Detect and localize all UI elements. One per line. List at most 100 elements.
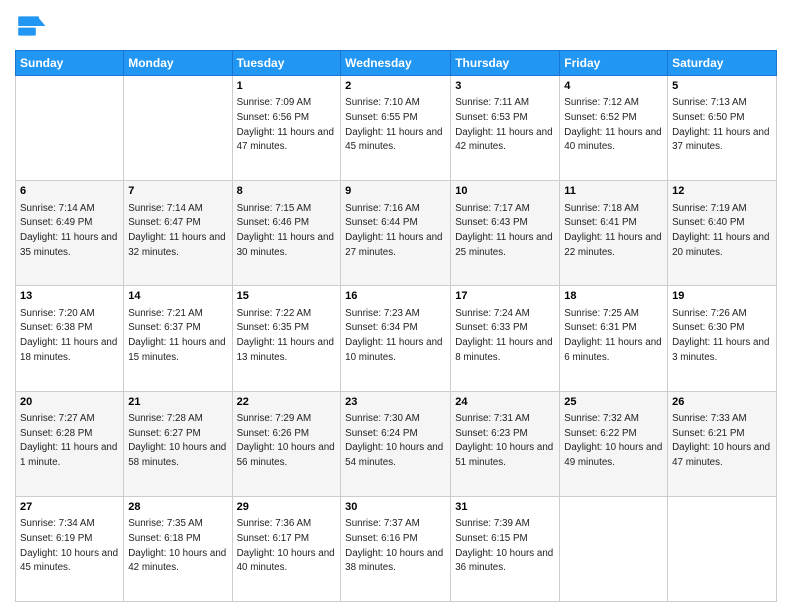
calendar-header-wednesday: Wednesday <box>341 51 451 76</box>
calendar-cell: 22 Sunrise: 7:29 AMSunset: 6:26 PMDayligh… <box>232 391 341 496</box>
day-info: Sunrise: 7:12 AMSunset: 6:52 PMDaylight:… <box>564 97 661 152</box>
calendar-cell: 17Sunrise: 7:24 AMSunset: 6:33 PMDayligh… <box>451 286 560 391</box>
calendar-cell: 15 Sunrise: 7:22 AMSunset: 6:35 PMDayligh… <box>232 286 341 391</box>
day-number: 1 <box>237 79 337 94</box>
header <box>15 10 777 42</box>
calendar-cell: 3Sunrise: 7:11 AMSunset: 6:53 PMDaylight… <box>451 76 560 181</box>
day-info: Sunrise: 7:21 AMSunset: 6:37 PMDaylight:… <box>128 308 225 363</box>
logo <box>15 10 51 42</box>
day-info: Sunrise: 7:32 AMSunset: 6:22 PMDaylight:… <box>564 413 662 468</box>
day-number: 5 <box>672 79 772 94</box>
day-number: 15 <box>237 289 337 304</box>
calendar-cell: 29Sunrise: 7:36 AMSunset: 6:17 PMDayligh… <box>232 496 341 601</box>
day-info: Sunrise: 7:26 AMSunset: 6:30 PMDaylight:… <box>672 308 769 363</box>
calendar-cell: 11 Sunrise: 7:18 AMSunset: 6:41 PMDayligh… <box>560 181 668 286</box>
day-number: 25 <box>564 395 663 410</box>
day-info: Sunrise: 7:24 AMSunset: 6:33 PMDaylight:… <box>455 308 552 363</box>
calendar-header-tuesday: Tuesday <box>232 51 341 76</box>
calendar-header-sunday: Sunday <box>16 51 124 76</box>
day-info: Sunrise: 7:37 AMSunset: 6:16 PMDaylight:… <box>345 518 443 573</box>
day-info: Sunrise: 7:15 AMSunset: 6:46 PMDaylight:… <box>237 203 334 258</box>
calendar-cell: 27 Sunrise: 7:34 AMSunset: 6:19 PMDayligh… <box>16 496 124 601</box>
day-number: 16 <box>345 289 446 304</box>
day-info: Sunrise: 7:31 AMSunset: 6:23 PMDaylight:… <box>455 413 553 468</box>
calendar-header-friday: Friday <box>560 51 668 76</box>
calendar-header-row: SundayMondayTuesdayWednesdayThursdayFrid… <box>16 51 777 76</box>
calendar-cell: 12 Sunrise: 7:19 AMSunset: 6:40 PMDayligh… <box>668 181 777 286</box>
calendar-cell: 10 Sunrise: 7:17 AMSunset: 6:43 PMDayligh… <box>451 181 560 286</box>
day-number: 23 <box>345 395 446 410</box>
calendar-cell: 1 Sunrise: 7:09 AMSunset: 6:56 PMDaylight… <box>232 76 341 181</box>
day-info: Sunrise: 7:13 AMSunset: 6:50 PMDaylight:… <box>672 97 769 152</box>
calendar-cell: 26Sunrise: 7:33 AMSunset: 6:21 PMDayligh… <box>668 391 777 496</box>
calendar-header-monday: Monday <box>124 51 232 76</box>
calendar-cell: 28Sunrise: 7:35 AMSunset: 6:18 PMDayligh… <box>124 496 232 601</box>
calendar-cell: 16 Sunrise: 7:23 AMSunset: 6:34 PMDayligh… <box>341 286 451 391</box>
day-info: Sunrise: 7:16 AMSunset: 6:44 PMDaylight:… <box>345 203 442 258</box>
day-number: 12 <box>672 184 772 199</box>
day-info: Sunrise: 7:29 AMSunset: 6:26 PMDaylight:… <box>237 413 335 468</box>
calendar-table: SundayMondayTuesdayWednesdayThursdayFrid… <box>15 50 777 602</box>
calendar-cell: 13Sunrise: 7:20 AMSunset: 6:38 PMDayligh… <box>16 286 124 391</box>
day-info: Sunrise: 7:09 AMSunset: 6:56 PMDaylight:… <box>237 97 334 152</box>
calendar-cell <box>668 496 777 601</box>
day-number: 18 <box>564 289 663 304</box>
day-info: Sunrise: 7:11 AMSunset: 6:53 PMDaylight:… <box>455 97 552 152</box>
day-info: Sunrise: 7:22 AMSunset: 6:35 PMDaylight:… <box>237 308 334 363</box>
calendar-week-3: 13Sunrise: 7:20 AMSunset: 6:38 PMDayligh… <box>16 286 777 391</box>
day-info: Sunrise: 7:33 AMSunset: 6:21 PMDaylight:… <box>672 413 770 468</box>
day-number: 10 <box>455 184 555 199</box>
day-info: Sunrise: 7:19 AMSunset: 6:40 PMDaylight:… <box>672 203 769 258</box>
day-number: 28 <box>128 500 227 515</box>
day-info: Sunrise: 7:30 AMSunset: 6:24 PMDaylight:… <box>345 413 443 468</box>
day-number: 11 <box>564 184 663 199</box>
day-number: 9 <box>345 184 446 199</box>
day-number: 24 <box>455 395 555 410</box>
calendar-cell: 4 Sunrise: 7:12 AMSunset: 6:52 PMDaylight… <box>560 76 668 181</box>
calendar-week-2: 6 Sunrise: 7:14 AMSunset: 6:49 PMDaylight… <box>16 181 777 286</box>
calendar-cell: 14 Sunrise: 7:21 AMSunset: 6:37 PMDayligh… <box>124 286 232 391</box>
calendar-cell: 21Sunrise: 7:28 AMSunset: 6:27 PMDayligh… <box>124 391 232 496</box>
calendar-header-saturday: Saturday <box>668 51 777 76</box>
day-info: Sunrise: 7:18 AMSunset: 6:41 PMDaylight:… <box>564 203 661 258</box>
calendar-cell: 31 Sunrise: 7:39 AMSunset: 6:15 PMDayligh… <box>451 496 560 601</box>
calendar-cell: 9 Sunrise: 7:16 AMSunset: 6:44 PMDaylight… <box>341 181 451 286</box>
day-number: 19 <box>672 289 772 304</box>
day-number: 29 <box>237 500 337 515</box>
day-info: Sunrise: 7:14 AMSunset: 6:47 PMDaylight:… <box>128 203 225 258</box>
calendar-cell <box>124 76 232 181</box>
day-info: Sunrise: 7:39 AMSunset: 6:15 PMDaylight:… <box>455 518 553 573</box>
calendar-header-thursday: Thursday <box>451 51 560 76</box>
day-number: 30 <box>345 500 446 515</box>
day-number: 21 <box>128 395 227 410</box>
day-number: 22 <box>237 395 337 410</box>
day-number: 2 <box>345 79 446 94</box>
calendar-cell: 2 Sunrise: 7:10 AMSunset: 6:55 PMDaylight… <box>341 76 451 181</box>
calendar-cell: 18Sunrise: 7:25 AMSunset: 6:31 PMDayligh… <box>560 286 668 391</box>
day-info: Sunrise: 7:27 AMSunset: 6:28 PMDaylight:… <box>20 413 117 468</box>
day-number: 20 <box>20 395 119 410</box>
calendar-week-4: 20 Sunrise: 7:27 AMSunset: 6:28 PMDayligh… <box>16 391 777 496</box>
day-number: 14 <box>128 289 227 304</box>
day-number: 6 <box>20 184 119 199</box>
calendar-week-1: 1 Sunrise: 7:09 AMSunset: 6:56 PMDaylight… <box>16 76 777 181</box>
calendar-cell: 30 Sunrise: 7:37 AMSunset: 6:16 PMDayligh… <box>341 496 451 601</box>
day-info: Sunrise: 7:14 AMSunset: 6:49 PMDaylight:… <box>20 203 117 258</box>
calendar-cell: 19 Sunrise: 7:26 AMSunset: 6:30 PMDayligh… <box>668 286 777 391</box>
calendar-cell: 7 Sunrise: 7:14 AMSunset: 6:47 PMDaylight… <box>124 181 232 286</box>
day-number: 13 <box>20 289 119 304</box>
day-info: Sunrise: 7:17 AMSunset: 6:43 PMDaylight:… <box>455 203 552 258</box>
calendar-cell: 25 Sunrise: 7:32 AMSunset: 6:22 PMDayligh… <box>560 391 668 496</box>
calendar-cell <box>560 496 668 601</box>
day-number: 27 <box>20 500 119 515</box>
day-info: Sunrise: 7:10 AMSunset: 6:55 PMDaylight:… <box>345 97 442 152</box>
day-number: 7 <box>128 184 227 199</box>
page: SundayMondayTuesdayWednesdayThursdayFrid… <box>0 0 792 612</box>
day-number: 4 <box>564 79 663 94</box>
calendar-week-5: 27 Sunrise: 7:34 AMSunset: 6:19 PMDayligh… <box>16 496 777 601</box>
calendar-cell: 8Sunrise: 7:15 AMSunset: 6:46 PMDaylight… <box>232 181 341 286</box>
calendar-cell: 6 Sunrise: 7:14 AMSunset: 6:49 PMDaylight… <box>16 181 124 286</box>
day-number: 31 <box>455 500 555 515</box>
day-info: Sunrise: 7:23 AMSunset: 6:34 PMDaylight:… <box>345 308 442 363</box>
day-info: Sunrise: 7:34 AMSunset: 6:19 PMDaylight:… <box>20 518 118 573</box>
